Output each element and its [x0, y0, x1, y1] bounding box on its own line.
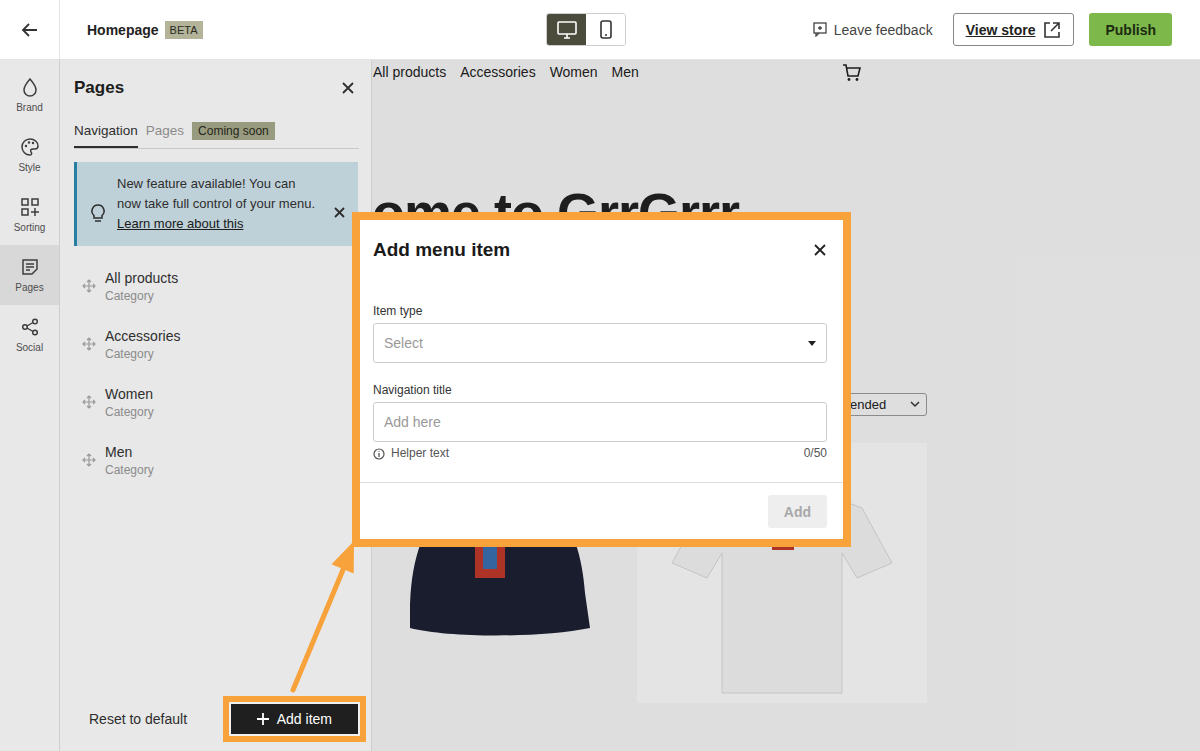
page-title: Homepage — [87, 22, 159, 38]
navigation-title-label: Navigation title — [373, 383, 827, 398]
back-arrow-icon — [21, 21, 39, 39]
highlight-frame: Add item — [223, 696, 366, 742]
publish-label: Publish — [1105, 22, 1156, 38]
caret-down-icon — [808, 341, 816, 346]
device-toggle — [546, 13, 626, 46]
dialog-title: Add menu item — [373, 238, 510, 262]
desktop-icon — [557, 21, 577, 39]
top-bar: Homepage BETA Leave feedback View store Publ… — [0, 0, 1200, 60]
info-icon — [373, 448, 385, 460]
view-store-label: View store — [966, 22, 1036, 38]
beta-badge: BETA — [165, 21, 203, 39]
back-button[interactable] — [0, 0, 60, 59]
close-dialog-button[interactable] — [813, 243, 827, 257]
mobile-toggle[interactable] — [586, 14, 625, 45]
close-icon — [813, 243, 827, 257]
add-item-button[interactable]: Add item — [231, 704, 358, 734]
view-store-button[interactable]: View store — [953, 13, 1075, 46]
add-item-label: Add item — [277, 711, 332, 727]
item-type-select[interactable]: Select — [373, 323, 827, 363]
feedback-label: Leave feedback — [834, 22, 933, 38]
desktop-toggle[interactable] — [547, 14, 586, 45]
item-type-label: Item type — [373, 304, 827, 319]
select-placeholder: Select — [384, 335, 423, 351]
helper-text: Helper text — [391, 446, 449, 461]
navigation-title-input[interactable] — [373, 402, 827, 442]
plus-icon — [257, 713, 269, 725]
feedback-link[interactable]: Leave feedback — [813, 22, 933, 38]
char-count: 0/50 — [804, 446, 827, 461]
feedback-icon — [813, 22, 827, 37]
add-button[interactable]: Add — [768, 495, 827, 528]
mobile-icon — [600, 20, 612, 39]
external-link-icon — [1043, 21, 1061, 39]
add-menu-item-dialog: Add menu item Item type Select Navigation t… — [352, 212, 851, 547]
publish-button[interactable]: Publish — [1089, 13, 1172, 46]
